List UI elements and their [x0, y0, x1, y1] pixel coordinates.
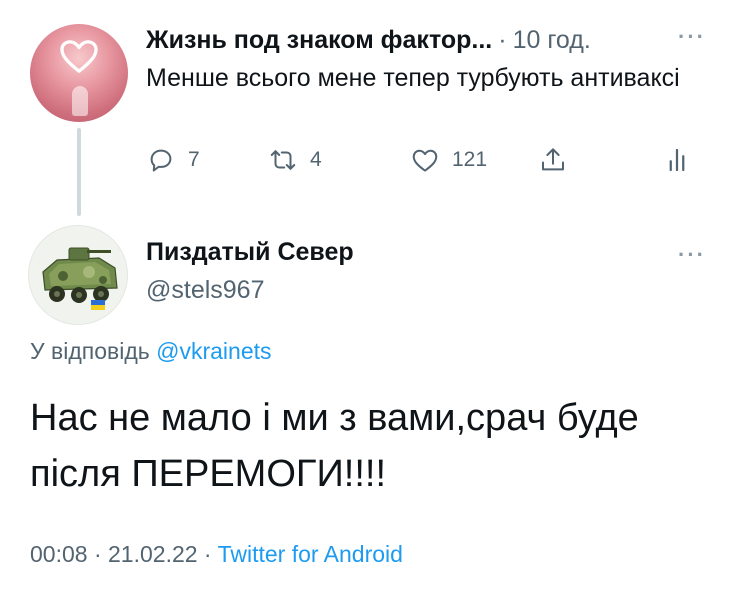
- main-author-name[interactable]: Пиздатый Север: [146, 238, 354, 267]
- reply-count: 7: [188, 148, 200, 171]
- reply-prefix: У відповідь: [30, 338, 157, 364]
- analytics-button[interactable]: [662, 142, 692, 178]
- main-author-handle[interactable]: @stels967: [146, 276, 265, 305]
- tweet-time[interactable]: 00:08: [30, 541, 88, 567]
- reply-icon: [150, 149, 172, 172]
- share-icon: [542, 148, 564, 171]
- like-count: 121: [452, 148, 488, 171]
- like-button[interactable]: 121: [410, 142, 487, 178]
- parent-more-icon[interactable]: ···: [678, 24, 706, 50]
- retweet-count: 4: [310, 148, 322, 171]
- retweet-button[interactable]: 4: [268, 142, 322, 178]
- heart-neon-icon: [60, 40, 98, 73]
- avatar-figure: [72, 86, 88, 116]
- parent-tweet-header: Жизнь под знаком фактор... · 10 год.: [146, 22, 591, 58]
- reply-button[interactable]: 7: [146, 142, 200, 178]
- header-separator: ·: [498, 25, 507, 54]
- parent-author-name[interactable]: Жизнь под знаком фактор...: [146, 26, 492, 55]
- armored-vehicle-icon: [29, 226, 127, 324]
- like-icon: [412, 149, 438, 172]
- tweet-metadata: 00:08 · 21.02.22 · Twitter for Android: [30, 541, 403, 568]
- parent-tweet-time[interactable]: 10 год.: [513, 26, 591, 55]
- reply-mention-link[interactable]: @vkrainets: [156, 338, 271, 364]
- tweet-date[interactable]: 21.02.22: [108, 541, 198, 567]
- meta-separator: ·: [197, 541, 218, 567]
- reply-context: У відповідь @vkrainets: [30, 338, 272, 365]
- thread-line: [77, 128, 81, 216]
- analytics-icon: [669, 148, 685, 172]
- parent-avatar[interactable]: [30, 24, 128, 122]
- parent-tweet-actions: 7 4 121: [146, 142, 706, 178]
- main-author-avatar[interactable]: [28, 225, 128, 325]
- retweet-icon: [270, 150, 296, 170]
- meta-separator: ·: [87, 541, 109, 567]
- parent-tweet-text: Менше всього мене тепер турбують антивак…: [146, 64, 680, 92]
- tweet-source-link[interactable]: Twitter for Android: [218, 541, 403, 567]
- main-more-icon[interactable]: ···: [678, 242, 706, 268]
- main-tweet-text: Нас не мало і ми з вами,срач буде після …: [30, 397, 639, 495]
- share-button[interactable]: [538, 142, 568, 178]
